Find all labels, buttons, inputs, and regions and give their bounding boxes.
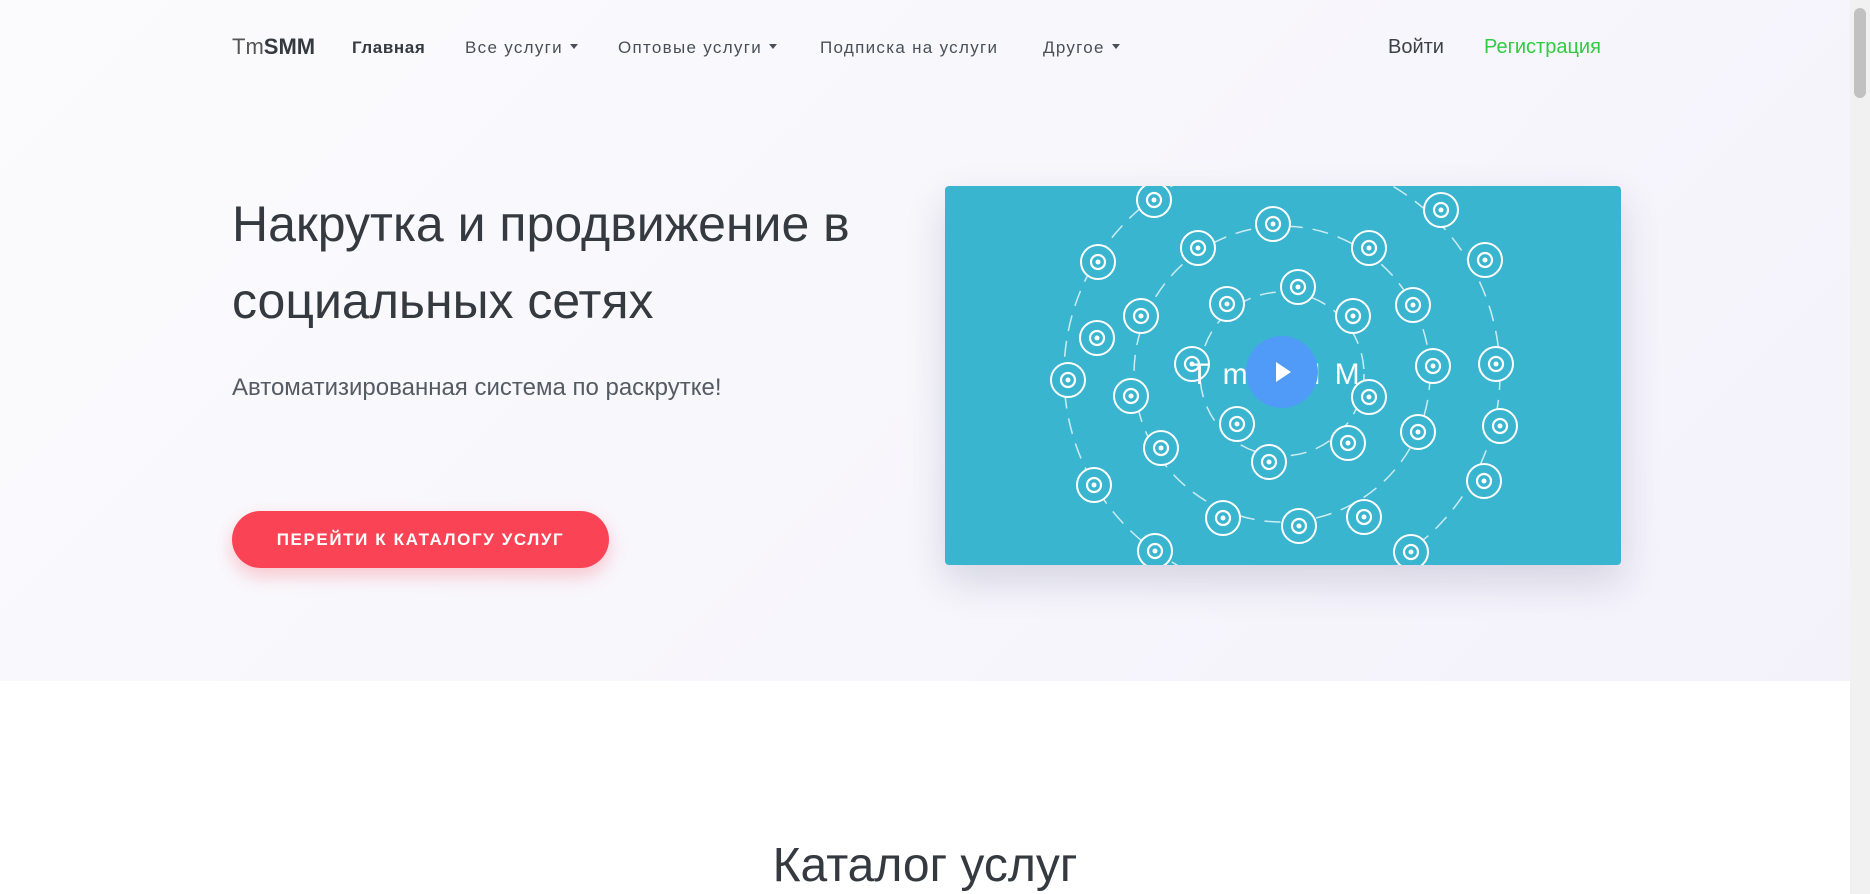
- catalog-title: Каталог услуг: [772, 839, 1078, 892]
- register-link[interactable]: Регистрация: [1484, 36, 1601, 59]
- line-icon: [1137, 533, 1173, 565]
- steam-icon: [1209, 286, 1245, 322]
- nav-other-label: Другое: [1043, 38, 1105, 57]
- nav-wholesale-label: Оптовые услуги: [618, 38, 763, 57]
- vk-icon: [1080, 244, 1116, 280]
- brand-light: Tm: [232, 34, 264, 59]
- facebook-icon: [1076, 467, 1112, 503]
- brand-bold: SMM: [263, 34, 316, 59]
- vine-icon: [1219, 406, 1255, 442]
- page: TmSMM Главная Все услуги Оптовые услуги …: [0, 0, 1870, 894]
- page-scrollbar[interactable]: [1850, 0, 1870, 894]
- nav-all-services-label: Все услуги: [465, 38, 563, 57]
- vine-icon: [1079, 320, 1115, 356]
- nav-other[interactable]: Другое: [1043, 38, 1120, 58]
- viber-icon: [1251, 444, 1287, 480]
- vk-icon: [1393, 534, 1429, 565]
- dropbox-icon: [1395, 287, 1431, 323]
- nav-home[interactable]: Главная: [352, 38, 425, 58]
- login-link[interactable]: Войти: [1388, 36, 1444, 59]
- navbar: TmSMM Главная Все услуги Оптовые услуги …: [0, 0, 1850, 96]
- hero-title: Накрутка и продвижение в социальных сетя…: [232, 196, 850, 329]
- telegram-icon: [1346, 499, 1382, 535]
- snapchat-icon: [1351, 230, 1387, 266]
- instagram-icon: [1123, 298, 1159, 334]
- nav-subscription-label: Подписка на услуги: [820, 38, 999, 57]
- facebook-icon: [1113, 378, 1149, 414]
- brand-logo[interactable]: TmSMM: [232, 34, 315, 60]
- play-button[interactable]: [1246, 336, 1318, 408]
- vk-icon: [1280, 269, 1316, 305]
- twitch-icon: [1467, 242, 1503, 278]
- catalog-cta-button[interactable]: ПЕРЕЙТИ К КАТАЛОГУ УСЛУГ: [232, 511, 609, 568]
- line-icon: [1143, 430, 1179, 466]
- caret-down-icon: [569, 44, 578, 50]
- hero-subtitle: Автоматизированная система по раскрутке!: [232, 374, 722, 401]
- play-icon: [1276, 362, 1291, 382]
- caret-down-icon: [769, 44, 778, 50]
- nav-subscription[interactable]: Подписка на услуги: [820, 38, 998, 58]
- instagram-icon: [1050, 362, 1086, 398]
- twitch-icon: [1330, 425, 1366, 461]
- twitch-icon: [1423, 192, 1459, 228]
- share-icon: [1400, 414, 1436, 450]
- skype-icon: [1415, 348, 1451, 384]
- periscope-icon: [1281, 508, 1317, 544]
- nav-wholesale-services[interactable]: Оптовые услуги: [618, 38, 778, 58]
- nav-all-services[interactable]: Все услуги: [465, 38, 578, 58]
- scrollbar-thumb[interactable]: [1854, 8, 1866, 98]
- viber-icon: [1478, 346, 1514, 382]
- promo-video[interactable]: TmSMM: [945, 186, 1621, 565]
- twitter-icon: [1335, 298, 1371, 334]
- linkedin-icon: [1205, 500, 1241, 536]
- vine-icon: [1466, 463, 1502, 499]
- tiktok-icon: [1136, 186, 1172, 218]
- flickr-icon: [1180, 230, 1216, 266]
- caret-down-icon: [1111, 44, 1120, 50]
- vine-icon: [1482, 408, 1518, 444]
- nav-home-label: Главная: [352, 38, 426, 57]
- heart-icon: [1255, 206, 1291, 242]
